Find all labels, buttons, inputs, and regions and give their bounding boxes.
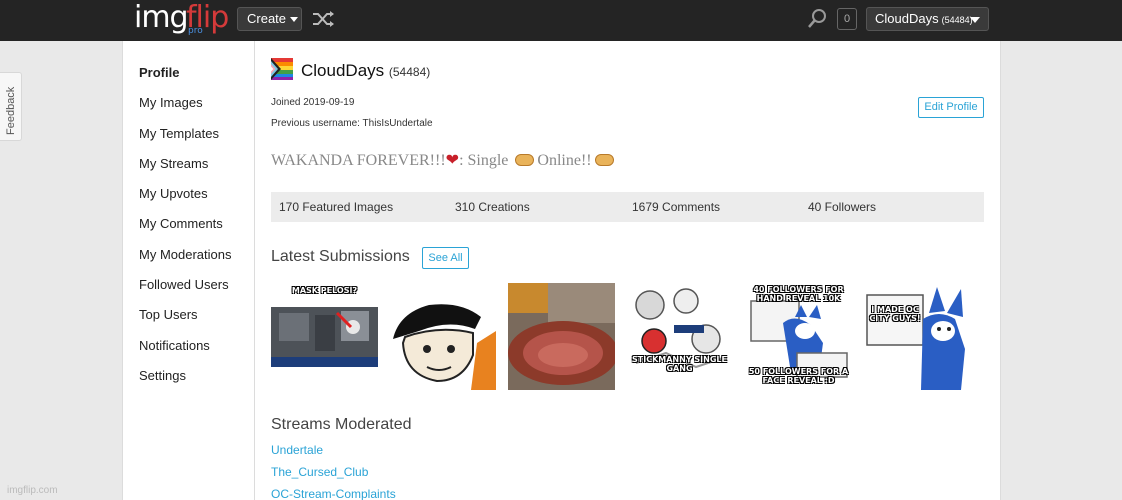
logo-text-main: img xyxy=(134,0,189,35)
sidebar-item-notifications[interactable]: Notifications xyxy=(123,338,254,368)
sidebar-item-my-templates[interactable]: My Templates xyxy=(123,126,254,156)
user-menu-button[interactable]: CloudDays (54484) xyxy=(866,7,989,31)
sidebar-item-my-streams[interactable]: My Streams xyxy=(123,156,254,186)
sidebar-item-profile[interactable]: Profile xyxy=(123,65,254,95)
footer-site-link[interactable]: imgflip.com xyxy=(7,485,58,496)
submission-thumbnail[interactable]: 40 FOLLOWERS FOR HAND REVEAL 10K 50 FOLL… xyxy=(745,283,852,390)
sidebar-item-my-moderations[interactable]: My Moderations xyxy=(123,247,254,277)
user-menu-name: CloudDays xyxy=(875,11,939,26)
followers-stat[interactable]: 40 Followers xyxy=(808,200,876,214)
pancake-icon xyxy=(594,154,614,166)
profile-name: CloudDays xyxy=(301,61,385,80)
creations-stat[interactable]: 310 Creations xyxy=(455,200,530,214)
bio-text-1: WAKANDA FOREVER!!! xyxy=(271,152,446,169)
submission-thumbnail[interactable] xyxy=(389,283,496,390)
stream-link-the-cursed-club[interactable]: The_Cursed_Club xyxy=(271,465,368,479)
notification-count-button[interactable]: 0 xyxy=(837,8,857,30)
shuffle-icon[interactable] xyxy=(312,9,336,29)
sidebar-item-my-upvotes[interactable]: My Upvotes xyxy=(123,186,254,216)
feedback-tab[interactable]: Feedback xyxy=(0,72,22,141)
profile-username: CloudDays (54484) xyxy=(301,61,430,81)
sidebar-item-top-users[interactable]: Top Users xyxy=(123,307,254,337)
sidebar-item-settings[interactable]: Settings xyxy=(123,368,254,398)
thumbnail-caption: STICKMANNY SINGLE GANG xyxy=(632,355,727,373)
comments-stat[interactable]: 1679 Comments xyxy=(632,200,720,214)
pro-badge: pro xyxy=(188,26,203,36)
submission-thumbnail[interactable]: MASK PELOSI? xyxy=(271,283,378,390)
profile-points: (54484) xyxy=(388,65,431,79)
featured-images-stat[interactable]: 170 Featured Images xyxy=(279,200,393,214)
create-label: Create xyxy=(247,11,287,26)
submission-thumbnail[interactable]: I MADE OC CITY GUYS! xyxy=(863,283,970,390)
thumbnail-caption: MASK PELOSI? xyxy=(291,286,358,295)
sidebar: Profile My Images My Templates My Stream… xyxy=(122,41,255,500)
chevron-down-icon xyxy=(290,17,299,23)
top-navbar: img flip pro Create 0 CloudDays (54484) xyxy=(0,0,1122,41)
pancake-icon xyxy=(515,154,535,166)
user-menu-points: (54484) xyxy=(941,15,973,25)
thumbnail-image xyxy=(271,283,378,390)
latest-submissions-title: Latest Submissions xyxy=(271,248,410,265)
search-icon[interactable] xyxy=(806,8,828,30)
sidebar-menu: Profile My Images My Templates My Stream… xyxy=(123,41,254,398)
thumbnail-caption-top: 40 FOLLOWERS FOR HAND REVEAL 10K xyxy=(753,285,844,303)
stream-link-oc-stream-complaints[interactable]: OC-Stream-Complaints xyxy=(271,487,396,500)
thumbnail-image xyxy=(389,283,496,390)
thumbnail-image xyxy=(508,283,615,390)
edit-profile-button[interactable]: Edit Profile xyxy=(918,97,984,118)
bio-text-2: : Single xyxy=(459,152,509,169)
sidebar-item-my-images[interactable]: My Images xyxy=(123,95,254,125)
submission-thumbnail[interactable]: STICKMANNY SINGLE GANG xyxy=(626,283,733,390)
profile-main: CloudDays (54484) Joined 2019-09-19 Prev… xyxy=(255,41,1001,500)
thumbnail-caption-bottom: 50 FOLLOWERS FOR A FACE REVEAL :D xyxy=(748,367,849,385)
profile-bio: WAKANDA FOREVER!!!❤: Single Online!! xyxy=(271,150,617,170)
stream-link-undertale[interactable]: Undertale xyxy=(271,443,323,457)
sidebar-item-my-comments[interactable]: My Comments xyxy=(123,216,254,246)
previous-username: Previous username: ThisIsUndertale xyxy=(271,118,433,129)
pride-flag-avatar xyxy=(271,58,293,80)
sidebar-item-followed-users[interactable]: Followed Users xyxy=(123,277,254,307)
heart-icon: ❤ xyxy=(445,152,460,169)
submission-thumbnail[interactable] xyxy=(508,283,615,390)
create-dropdown-button[interactable]: Create xyxy=(237,7,302,31)
chevron-down-icon xyxy=(970,17,980,23)
bio-text-3: Online!! xyxy=(537,152,592,169)
stats-bar: 170 Featured Images 310 Creations 1679 C… xyxy=(271,192,984,222)
feedback-label: Feedback xyxy=(5,86,17,135)
see-all-button[interactable]: See All xyxy=(422,247,469,269)
thumbnail-image xyxy=(626,283,733,390)
thumbnail-image xyxy=(863,283,970,390)
streams-moderated-title: Streams Moderated xyxy=(271,416,412,433)
joined-date: Joined 2019-09-19 xyxy=(271,97,355,108)
thumbnail-caption: I MADE OC CITY GUYS! xyxy=(869,305,921,323)
